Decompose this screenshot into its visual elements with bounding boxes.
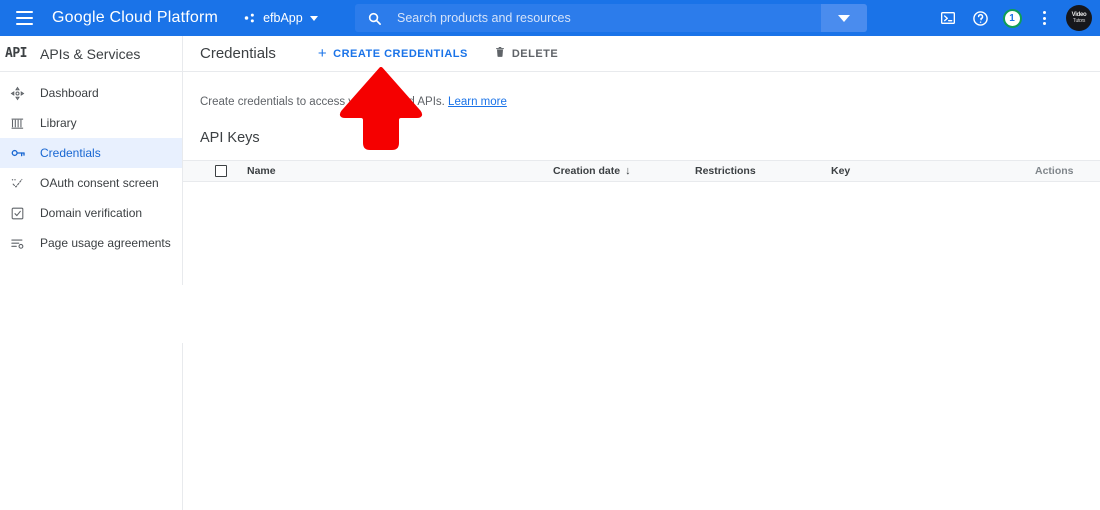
- project-name: efbApp: [263, 11, 303, 25]
- hamburger-line: [15, 11, 33, 13]
- sidebar-item-label: OAuth consent screen: [40, 176, 159, 190]
- column-header-creation-date[interactable]: Creation date ↓: [553, 165, 631, 177]
- page-title: Credentials: [200, 45, 276, 62]
- sidebar-item-page-usage-agreements[interactable]: Page usage agreements: [0, 228, 182, 258]
- search-input[interactable]: [395, 10, 821, 26]
- kebab-dot: [1042, 22, 1046, 25]
- sidebar-item-label: Dashboard: [40, 86, 99, 100]
- select-all-checkbox[interactable]: [215, 165, 227, 177]
- column-header-actions: Actions: [1035, 165, 1074, 177]
- search-expand-button[interactable]: [821, 4, 867, 32]
- top-app-bar: Google Cloud Platform efbApp Search prod…: [0, 0, 1100, 36]
- domain-verification-icon: [9, 205, 26, 222]
- column-header-restrictions[interactable]: Restrictions: [695, 165, 756, 177]
- delete-label: DELETE: [511, 47, 559, 60]
- kebab-dots: [1042, 11, 1046, 25]
- notification-status-button[interactable]: 1: [998, 4, 1026, 32]
- key-icon: [9, 145, 26, 162]
- description-sentence: Create credentials to access your enable…: [200, 96, 445, 108]
- status-badge: 1: [1002, 8, 1022, 28]
- learn-more-link[interactable]: Learn more: [448, 96, 507, 108]
- library-icon: [9, 115, 26, 132]
- kebab-dot: [1042, 16, 1046, 20]
- api-logo: API: [5, 46, 27, 61]
- sidebar-item-domain-verification[interactable]: Domain verification: [0, 198, 182, 228]
- column-header-key[interactable]: Key: [831, 165, 850, 177]
- cloud-shell-icon[interactable]: [934, 4, 962, 32]
- sidebar-item-label: Credentials: [40, 146, 101, 160]
- sidebar: API APIs & Services Dashboard Library Cr…: [0, 36, 182, 286]
- avatar[interactable]: Video Tutors: [1066, 5, 1092, 31]
- hamburger-line: [15, 23, 33, 25]
- main-content: Credentials + CREATE CREDENTIALS DELETE …: [183, 36, 1100, 510]
- sidebar-item-label: Page usage agreements: [40, 236, 171, 250]
- column-header-creation-date-label: Creation date: [553, 165, 621, 177]
- create-credentials-label: CREATE CREDENTIALS: [333, 47, 468, 60]
- create-credentials-button[interactable]: + CREATE CREDENTIALS: [312, 44, 474, 64]
- column-header-name[interactable]: Name: [247, 165, 276, 177]
- sidebar-item-dashboard[interactable]: Dashboard: [0, 78, 182, 108]
- sidebar-nav: Dashboard Library Credentials OAuth cons…: [0, 72, 182, 258]
- sidebar-title: APIs & Services: [40, 45, 141, 62]
- table-header-row: Name Creation date ↓ Restrictions Key Act…: [183, 160, 1100, 182]
- chevron-down-icon: [838, 14, 850, 22]
- brand-title[interactable]: Google Cloud Platform: [52, 9, 218, 27]
- more-vert-icon[interactable]: [1030, 4, 1058, 32]
- dashboard-icon: [9, 85, 26, 102]
- avatar-line-2: Tutors: [1072, 18, 1086, 24]
- project-icon: [243, 11, 257, 25]
- chevron-down-icon: [309, 15, 318, 21]
- section-title-api-keys: API Keys: [200, 130, 260, 146]
- project-selector[interactable]: efbApp: [236, 8, 325, 28]
- topbar-actions: 1 Video Tutors: [934, 0, 1092, 36]
- page-usage-icon: [9, 235, 26, 252]
- oauth-consent-icon: [9, 175, 26, 192]
- search-bar[interactable]: [355, 4, 867, 32]
- sidebar-item-label: Domain verification: [40, 206, 143, 220]
- plus-icon: +: [317, 45, 328, 62]
- sidebar-header[interactable]: API APIs & Services: [0, 36, 182, 72]
- sidebar-item-credentials[interactable]: Credentials: [0, 138, 182, 168]
- sidebar-item-library[interactable]: Library: [0, 108, 182, 138]
- sidebar-item-oauth-consent-screen[interactable]: OAuth consent screen: [0, 168, 182, 198]
- content-toolbar: Credentials + CREATE CREDENTIALS DELETE: [183, 36, 1100, 72]
- help-icon[interactable]: [966, 4, 994, 32]
- api-keys-table: Name Creation date ↓ Restrictions Key Act…: [183, 160, 1100, 182]
- kebab-dot: [1042, 11, 1046, 14]
- hamburger-icon[interactable]: [6, 0, 42, 36]
- description-text: Create credentials to access your enable…: [200, 96, 1100, 108]
- search-icon: [367, 11, 382, 26]
- delete-button[interactable]: DELETE: [488, 42, 564, 65]
- trash-icon: [494, 46, 506, 61]
- hamburger-line: [15, 17, 33, 19]
- sidebar-item-label: Library: [40, 116, 77, 130]
- sort-descending-icon: ↓: [625, 165, 631, 177]
